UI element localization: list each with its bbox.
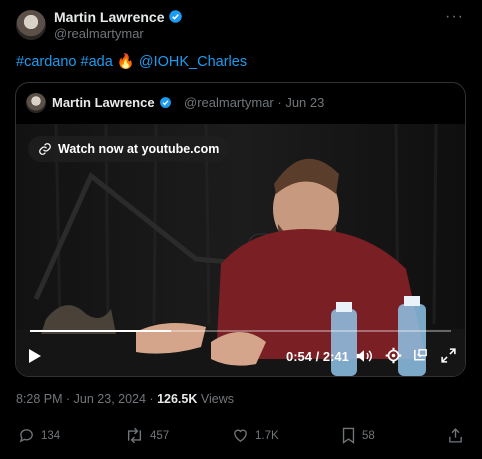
more-options-icon[interactable]: ···	[445, 8, 464, 26]
fire-emoji-icon: 🔥	[116, 54, 135, 70]
tweet-datetime[interactable]: 8:28 PM · Jun 23, 2024 ·	[16, 392, 157, 406]
bookmark-icon	[342, 427, 355, 444]
video-progress-bar[interactable]	[30, 330, 451, 332]
views-count: 126.5K	[157, 392, 198, 406]
reply-icon	[19, 429, 33, 443]
author-name[interactable]: Martin Lawrence	[54, 9, 183, 25]
heart-icon	[234, 429, 247, 442]
share-icon	[449, 428, 462, 443]
watch-label: Watch now at youtube.com	[58, 142, 220, 156]
views-label: Views	[197, 392, 234, 406]
repost-count: 457	[150, 429, 170, 442]
author-handle[interactable]: @realmartymar	[54, 26, 144, 41]
mention-iohk-charles[interactable]: @IOHK_Charles	[139, 54, 247, 70]
verified-badge-icon	[169, 10, 183, 23]
author-name-text[interactable]: Martin Lawrence	[54, 9, 164, 25]
reply-count: 134	[41, 429, 61, 442]
author-avatar[interactable]	[16, 10, 46, 40]
reply-button[interactable]: 134	[18, 427, 60, 444]
repost-icon	[127, 427, 142, 444]
repost-button[interactable]: 457	[125, 427, 169, 444]
tweet-text: #cardano #ada 🔥 @IOHK_Charles	[16, 53, 247, 70]
link-icon	[39, 143, 51, 155]
quoted-author-handle-date: @realmartymar · Jun 23	[184, 95, 325, 110]
tweet-meta: 8:28 PM · Jun 23, 2024 · 126.5K Views	[16, 392, 234, 406]
watch-on-youtube-button[interactable]: Watch now at youtube.com	[28, 136, 230, 162]
quoted-author-avatar	[26, 93, 46, 113]
video-time: 0:54 / 2:41	[286, 349, 349, 364]
bookmark-count: 58	[362, 429, 375, 442]
picture-in-picture-icon[interactable]	[412, 347, 429, 364]
video-controls: 0:54 / 2:41	[16, 336, 465, 376]
volume-icon[interactable]	[355, 348, 373, 364]
video-progress-fill	[30, 330, 172, 332]
fullscreen-icon[interactable]	[440, 347, 457, 364]
like-button[interactable]: 1.7K	[232, 427, 279, 444]
hashtag-cardano[interactable]: #cardano	[16, 54, 76, 70]
quoted-author-name: Martin Lawrence	[52, 95, 172, 110]
like-count: 1.7K	[255, 429, 279, 442]
quoted-verified-badge-icon	[159, 97, 171, 108]
hashtag-ada[interactable]: #ada	[81, 54, 113, 70]
play-icon[interactable]	[28, 348, 42, 364]
tweet-actions: 134 457 1.7K 58	[0, 427, 482, 453]
quoted-author-name-text: Martin Lawrence	[52, 95, 155, 110]
settings-gear-icon[interactable]	[385, 347, 402, 364]
quoted-tweet-card[interactable]: Martin Lawrence @realmartymar · Jun 23 W…	[15, 82, 466, 377]
video-player[interactable]: Watch now at youtube.com 0:54 / 2:41	[16, 124, 465, 376]
bookmark-button[interactable]: 58	[341, 427, 375, 444]
share-button[interactable]	[447, 427, 464, 444]
